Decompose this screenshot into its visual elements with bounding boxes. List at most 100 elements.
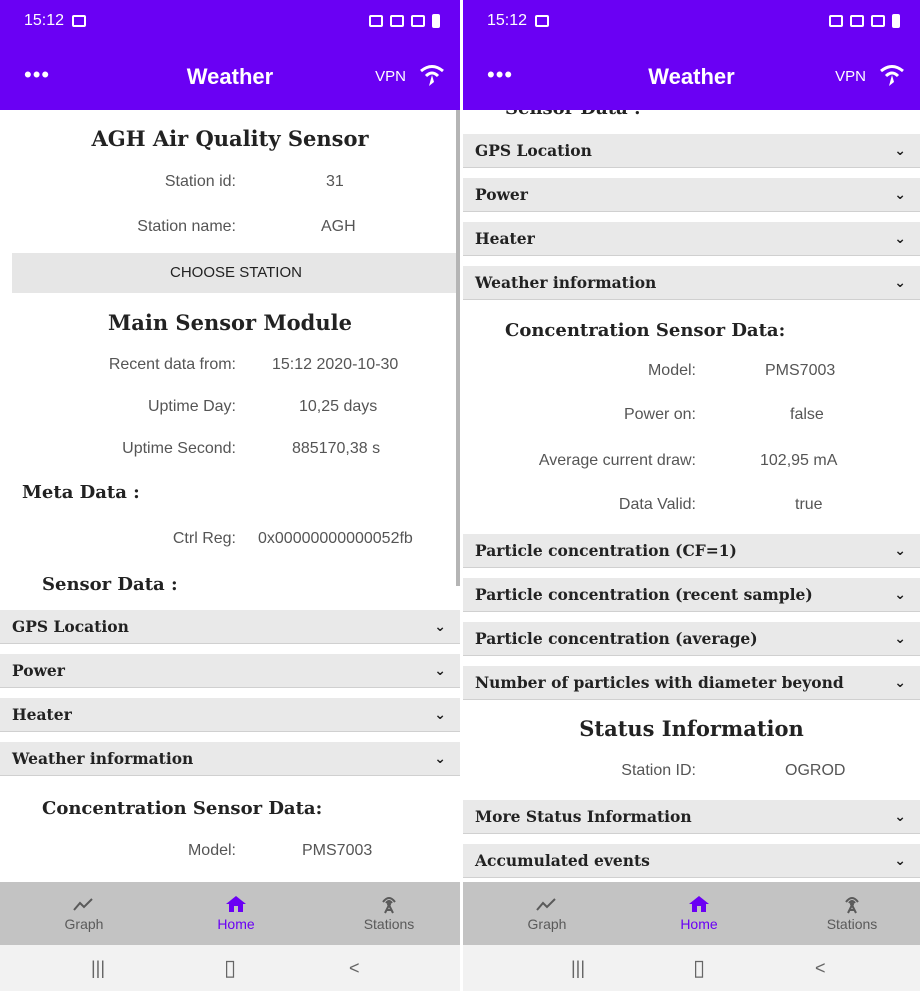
power-on-row: Power on: false [463, 406, 920, 436]
chevron-down-icon: ⌄ [894, 275, 906, 291]
app-bar: ••• Weather VPN [463, 42, 920, 110]
nav-stations[interactable]: Stations [792, 882, 912, 945]
model-value: PMS7003 [302, 842, 373, 859]
accordion-label: Heater [475, 229, 535, 248]
alarm-icon [850, 15, 864, 27]
accordion-label: Weather information [12, 749, 194, 768]
meta-data-title: Meta Data : [22, 482, 140, 503]
home-icon [689, 896, 709, 912]
choose-station-button[interactable]: CHOOSE STATION [12, 253, 460, 293]
nav-home[interactable]: Home [639, 882, 759, 945]
accordion-particles-diameter[interactable]: Number of particles with diameter beyond… [463, 666, 920, 700]
accordion-particle-cf1[interactable]: Particle concentration (CF=1) ⌄ [463, 534, 920, 568]
wifi-icon[interactable] [418, 62, 446, 88]
sensor-data-title-partial: Sensor Data : [505, 110, 641, 119]
alarm-icon [390, 15, 404, 27]
chevron-down-icon: ⌄ [894, 143, 906, 159]
chevron-down-icon: ⌄ [894, 631, 906, 647]
station-id-value: OGROD [785, 762, 846, 779]
ctrl-reg-value: 0x00000000000052fb [258, 530, 413, 547]
concentration-title: Concentration Sensor Data: [505, 320, 786, 341]
nav-stations-label: Stations [363, 916, 415, 932]
accordion-weather-information[interactable]: Weather information ⌄ [463, 266, 920, 300]
accordion-label: Accumulated events [475, 851, 650, 870]
back-button[interactable]: < [349, 945, 360, 991]
current-draw-value: 102,95 mA [760, 452, 838, 469]
accordion-more-status[interactable]: More Status Information ⌄ [463, 800, 920, 834]
station-name-value: AGH [321, 218, 356, 235]
status-bar: 15:12 [463, 0, 920, 42]
chevron-down-icon: ⌄ [434, 707, 446, 723]
station-id-row: Station ID: OGROD [463, 762, 920, 792]
model-row: Model: PMS7003 [463, 362, 920, 392]
home-content: AGH Air Quality Sensor Station id: 31 St… [0, 110, 460, 882]
nav-graph[interactable]: Graph [487, 882, 607, 945]
vpn-key-icon [369, 15, 383, 27]
antenna-icon [382, 897, 396, 914]
accordion-heater[interactable]: Heater ⌄ [0, 698, 460, 732]
accordion-accumulated-events[interactable]: Accumulated events ⌄ [463, 844, 920, 878]
recents-button[interactable]: ||| [91, 945, 105, 991]
main-module-title: Main Sensor Module [108, 310, 352, 335]
signal-icon [871, 15, 885, 27]
accordion-label: Weather information [475, 273, 657, 292]
wifi-icon[interactable] [878, 62, 906, 88]
home-content-scrolled: Sensor Data : GPS Location ⌄ Power ⌄ Hea… [463, 110, 920, 882]
uptime-second-value: 885170,38 s [292, 440, 381, 457]
nav-stations-label: Stations [826, 916, 878, 932]
power-on-label: Power on: [623, 406, 696, 423]
recent-row: Recent data from: 15:12 2020-10-30 [0, 356, 460, 386]
chevron-down-icon: ⌄ [894, 587, 906, 603]
left-screen: 15:12 ••• Weather VPN AGH Air Quality Se… [0, 0, 460, 991]
nav-home[interactable]: Home [176, 882, 296, 945]
right-screen: 15:12 ••• Weather VPN Sensor Data : GPS … [463, 0, 920, 991]
accordion-label: Power [12, 661, 65, 680]
battery-icon [432, 14, 440, 28]
recents-button[interactable]: ||| [571, 945, 585, 991]
data-valid-value: true [795, 496, 823, 513]
station-name-label: Station name: [137, 218, 236, 235]
model-value: PMS7003 [765, 362, 836, 379]
accordion-label: Particle concentration (average) [475, 629, 758, 648]
antenna-icon [845, 897, 859, 914]
accordion-label: GPS Location [12, 617, 129, 636]
uptime-day-value: 10,25 days [299, 398, 378, 415]
concentration-title: Concentration Sensor Data: [42, 798, 323, 819]
home-system-button[interactable]: ▯ [693, 945, 705, 991]
nav-graph-label: Graph [527, 916, 567, 932]
chevron-down-icon: ⌄ [894, 231, 906, 247]
vpn-label: VPN [835, 68, 866, 85]
nav-graph[interactable]: Graph [24, 882, 144, 945]
chevron-down-icon: ⌄ [434, 619, 446, 635]
vpn-label: VPN [375, 68, 406, 85]
gallery-notification-icon [72, 15, 87, 27]
chevron-down-icon: ⌄ [894, 543, 906, 559]
accordion-gps-location[interactable]: GPS Location ⌄ [0, 610, 460, 644]
current-draw-label: Average current draw: [538, 452, 696, 469]
accordion-label: Heater [12, 705, 72, 724]
signal-icon [411, 15, 425, 27]
accordion-power[interactable]: Power ⌄ [463, 178, 920, 212]
home-icon [226, 896, 246, 912]
home-system-button[interactable]: ▯ [224, 945, 236, 991]
back-button[interactable]: < [815, 945, 826, 991]
status-bar: 15:12 [0, 0, 460, 42]
accordion-power[interactable]: Power ⌄ [0, 654, 460, 688]
status-icons [829, 14, 900, 28]
status-icons [369, 14, 440, 28]
nav-stations[interactable]: Stations [329, 882, 449, 945]
bottom-navigation: Graph Home Stations [0, 882, 460, 945]
sensor-title: AGH Air Quality Sensor [91, 126, 369, 151]
system-navigation: ||| ▯ < [0, 945, 460, 991]
chevron-down-icon: ⌄ [434, 663, 446, 679]
accordion-particle-average[interactable]: Particle concentration (average) ⌄ [463, 622, 920, 656]
graph-icon [536, 898, 556, 911]
data-valid-row: Data Valid: true [463, 496, 920, 526]
station-id-row: Station id: 31 [0, 173, 460, 203]
accordion-label: More Status Information [475, 807, 692, 826]
status-time: 15:12 [487, 12, 528, 29]
accordion-gps-location[interactable]: GPS Location ⌄ [463, 134, 920, 168]
accordion-heater[interactable]: Heater ⌄ [463, 222, 920, 256]
accordion-weather-information[interactable]: Weather information ⌄ [0, 742, 460, 776]
accordion-particle-recent[interactable]: Particle concentration (recent sample) ⌄ [463, 578, 920, 612]
